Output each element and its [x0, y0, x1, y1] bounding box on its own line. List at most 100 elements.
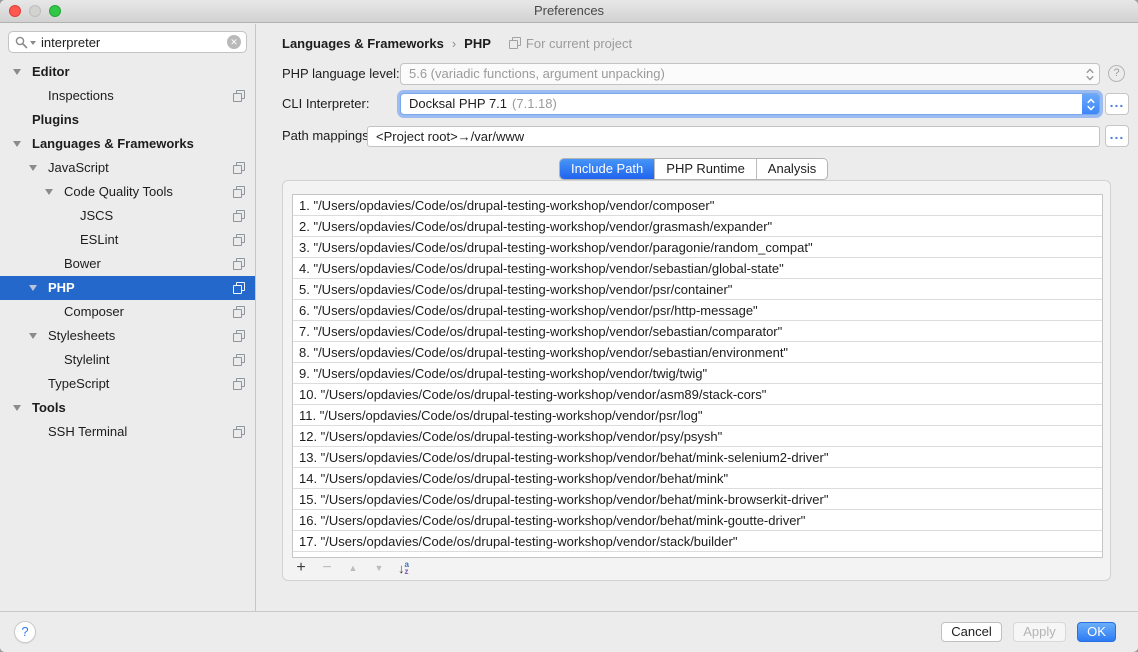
expand-arrow-icon[interactable] [29, 333, 37, 339]
include-path-row[interactable]: 12. "/Users/opdavies/Code/os/drupal-test… [293, 426, 1102, 447]
dialog-footer: ? Cancel Apply OK [0, 611, 1138, 652]
include-path-row[interactable]: 6. "/Users/opdavies/Code/os/drupal-testi… [293, 300, 1102, 321]
scope-indicator: For current project [509, 36, 632, 51]
sidebar-item-label: PHP [48, 280, 75, 295]
language-level-select[interactable]: 5.6 (variadic functions, argument unpack… [400, 63, 1100, 85]
sidebar-item-label: TypeScript [48, 376, 109, 391]
include-path-row[interactable]: 8. "/Users/opdavies/Code/os/drupal-testi… [293, 342, 1102, 363]
combo-dropdown-button[interactable] [1082, 94, 1099, 114]
breadcrumb: Languages & Frameworks › PHP For current… [282, 33, 632, 53]
search-icon [15, 36, 28, 49]
settings-tree: Editor Inspections Plugins Languages & Fram… [0, 60, 255, 444]
sidebar-item-languages-frameworks[interactable]: Languages & Frameworks [0, 132, 255, 156]
settings-search[interactable]: ✕ [8, 31, 247, 53]
sidebar-item-label: Bower [64, 256, 101, 271]
breadcrumb-languages-frameworks[interactable]: Languages & Frameworks [282, 36, 444, 51]
search-options-chevron-icon[interactable] [30, 41, 36, 45]
include-path-row[interactable]: 9. "/Users/opdavies/Code/os/drupal-testi… [293, 363, 1102, 384]
move-up-icon[interactable]: ▲ [346, 558, 360, 578]
stepper-chevrons-icon [1086, 68, 1094, 81]
sidebar-item-composer[interactable]: Composer [0, 300, 255, 324]
sidebar-item-ssh-terminal[interactable]: SSH Terminal [0, 420, 255, 444]
expand-arrow-icon[interactable] [29, 165, 37, 171]
sidebar-item-jscs[interactable]: JSCS [0, 204, 255, 228]
sidebar-item-label: Tools [32, 400, 66, 415]
search-input[interactable] [41, 33, 220, 51]
sidebar-item-label: Plugins [32, 112, 79, 127]
breadcrumb-php: PHP [464, 36, 491, 51]
sidebar-item-eslint[interactable]: ESLint [0, 228, 255, 252]
expand-arrow-icon[interactable] [13, 141, 21, 147]
expand-arrow-icon[interactable] [45, 189, 53, 195]
apply-button[interactable]: Apply [1013, 622, 1066, 642]
sidebar-item-stylelint[interactable]: Stylelint [0, 348, 255, 372]
cli-interpreter-select[interactable]: Docksal PHP 7.1(7.1.18) [400, 93, 1100, 115]
sidebar-item-bower[interactable]: Bower [0, 252, 255, 276]
include-path-row[interactable]: 16. "/Users/opdavies/Code/os/drupal-test… [293, 510, 1102, 531]
include-path-row[interactable]: 14. "/Users/opdavies/Code/os/drupal-test… [293, 468, 1102, 489]
breadcrumb-separator: › [452, 36, 456, 51]
sidebar-item-javascript[interactable]: JavaScript [0, 156, 255, 180]
scope-label: For current project [526, 36, 632, 51]
cancel-button[interactable]: Cancel [941, 622, 1002, 642]
tab-php-runtime[interactable]: PHP Runtime [655, 159, 757, 179]
include-path-panel: 1. "/Users/opdavies/Code/os/drupal-testi… [282, 180, 1111, 581]
help-button[interactable]: ? [14, 621, 36, 643]
path-mappings-field[interactable]: <Project root>→/var/www [367, 126, 1100, 147]
include-path-row[interactable]: 17. "/Users/opdavies/Code/os/drupal-test… [293, 531, 1102, 552]
copy-icon [233, 378, 245, 390]
sidebar-item-inspections[interactable]: Inspections [0, 84, 255, 108]
include-path-row[interactable]: 13. "/Users/opdavies/Code/os/drupal-test… [293, 447, 1102, 468]
path-mappings-browse-button[interactable]: ... [1105, 125, 1129, 147]
expand-arrow-icon[interactable] [13, 405, 21, 411]
list-toolbar: + − ▲ ▼ ↓ az [294, 557, 409, 579]
include-path-row[interactable]: 3. "/Users/opdavies/Code/os/drupal-testi… [293, 237, 1102, 258]
include-path-row[interactable]: 11. "/Users/opdavies/Code/os/drupal-test… [293, 405, 1102, 426]
zoom-button[interactable] [49, 5, 61, 17]
cli-interpreter-browse-button[interactable]: ... [1105, 93, 1129, 115]
sidebar-item-label: Stylelint [64, 352, 110, 367]
sort-alphabetically-icon[interactable]: ↓ az [398, 561, 409, 576]
path-mappings-label: Path mappings: [282, 125, 372, 147]
cli-interpreter-version: (7.1.18) [512, 96, 557, 111]
move-down-icon[interactable]: ▼ [372, 558, 386, 578]
path-mappings-value: <Project root>→/var/www [368, 127, 1099, 146]
stepper-chevrons-icon [1087, 98, 1095, 111]
copy-icon [233, 186, 245, 198]
preferences-window: Preferences ✕ Editor Inspections Plugins La… [0, 0, 1138, 652]
minimize-button[interactable] [29, 5, 41, 17]
copy-icon [233, 426, 245, 438]
include-path-row[interactable]: 5. "/Users/opdavies/Code/os/drupal-testi… [293, 279, 1102, 300]
sidebar-item-typescript[interactable]: TypeScript [0, 372, 255, 396]
tab-analysis[interactable]: Analysis [757, 159, 827, 179]
cli-interpreter-value: Docksal PHP 7.1(7.1.18) [401, 94, 1099, 114]
sidebar-item-label: Inspections [48, 88, 114, 103]
expand-arrow-icon[interactable] [29, 285, 37, 291]
close-button[interactable] [9, 5, 21, 17]
add-icon[interactable]: + [294, 558, 308, 578]
include-path-row[interactable]: 2. "/Users/opdavies/Code/os/drupal-testi… [293, 216, 1102, 237]
sidebar-item-label: Code Quality Tools [64, 184, 173, 199]
expand-arrow-icon[interactable] [13, 69, 21, 75]
sidebar-item-label: JSCS [80, 208, 113, 223]
copy-icon [233, 354, 245, 366]
include-path-row[interactable]: 1. "/Users/opdavies/Code/os/drupal-testi… [293, 195, 1102, 216]
sidebar-item-editor[interactable]: Editor [0, 60, 255, 84]
help-icon[interactable]: ? [1108, 65, 1125, 82]
include-path-row[interactable]: 4. "/Users/opdavies/Code/os/drupal-testi… [293, 258, 1102, 279]
sidebar-item-plugins[interactable]: Plugins [0, 108, 255, 132]
sidebar-item-tools[interactable]: Tools [0, 396, 255, 420]
remove-icon[interactable]: − [320, 558, 334, 578]
ok-button[interactable]: OK [1077, 622, 1116, 642]
include-path-row[interactable]: 10. "/Users/opdavies/Code/os/drupal-test… [293, 384, 1102, 405]
include-path-row[interactable]: 15. "/Users/opdavies/Code/os/drupal-test… [293, 489, 1102, 510]
sidebar-item-stylesheets[interactable]: Stylesheets [0, 324, 255, 348]
clear-search-icon[interactable]: ✕ [227, 35, 241, 49]
sidebar-item-code-quality-tools[interactable]: Code Quality Tools [0, 180, 255, 204]
tab-include-path[interactable]: Include Path [560, 159, 655, 179]
include-path-list[interactable]: 1. "/Users/opdavies/Code/os/drupal-testi… [292, 194, 1103, 558]
include-path-row[interactable]: 7. "/Users/opdavies/Code/os/drupal-testi… [293, 321, 1102, 342]
copy-icon [233, 306, 245, 318]
sidebar-item-php[interactable]: PHP [0, 276, 255, 300]
titlebar: Preferences [0, 0, 1138, 23]
